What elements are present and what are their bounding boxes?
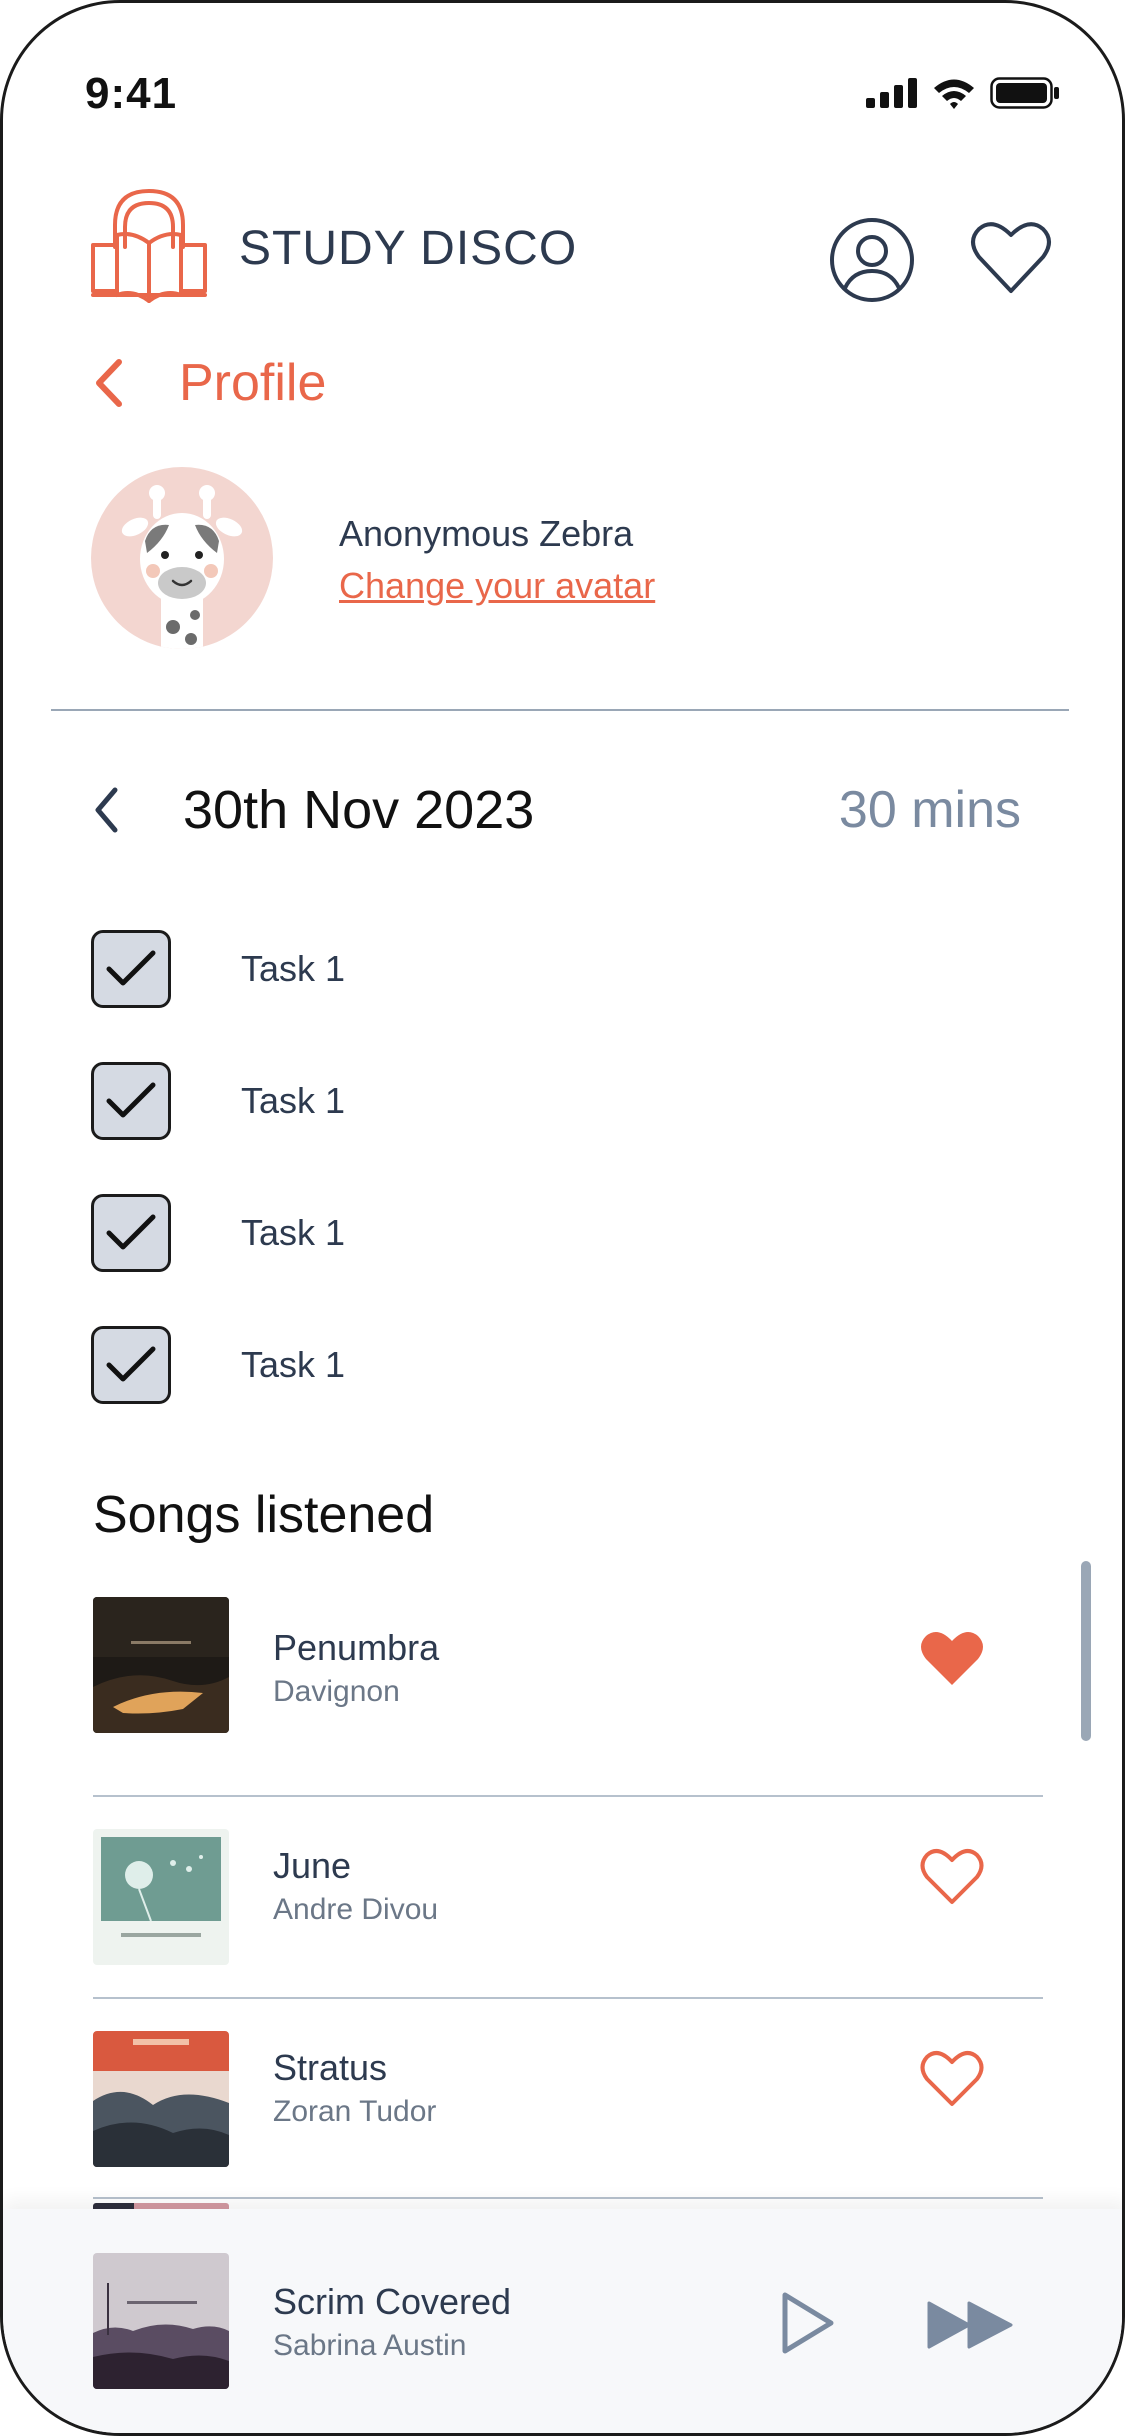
back-to-profile[interactable]: Profile	[91, 353, 326, 413]
song-artist: Zoran Tudor	[273, 2095, 437, 2128]
songs-list: Penumbra Davignon June Andre Divou Strat…	[93, 1597, 1043, 2199]
song-item[interactable]: Penumbra Davignon	[93, 1597, 1043, 1797]
song-artist: Andre Divou	[273, 1893, 439, 1926]
signal-icon	[866, 78, 917, 108]
heart-icon[interactable]	[919, 1845, 985, 1907]
giraffe-avatar-icon	[121, 485, 243, 649]
task-item: Task 1	[91, 1167, 345, 1299]
album-art	[93, 2031, 229, 2167]
songs-section-title: Songs listened	[93, 1486, 435, 1544]
task-label: Task 1	[241, 1344, 346, 1385]
heart-icon[interactable]	[969, 217, 1053, 297]
chevron-left-icon[interactable]	[91, 785, 121, 835]
song-item[interactable]: June Andre Divou	[93, 1797, 1043, 1999]
checkmark-icon	[106, 950, 156, 986]
task-item: Task 1	[91, 1299, 345, 1431]
now-playing-bar: Scrim Covered Sabrina Austin	[3, 2209, 1122, 2433]
heart-icon[interactable]	[919, 2047, 985, 2109]
battery-icon	[990, 77, 1059, 109]
task-checkbox[interactable]	[91, 1062, 171, 1140]
song-title: June	[273, 1845, 352, 1886]
avatar	[91, 467, 273, 649]
task-checkbox[interactable]	[91, 1194, 171, 1272]
checkmark-icon	[106, 1346, 156, 1382]
song-artist: Davignon	[273, 1675, 400, 1708]
task-checkbox[interactable]	[91, 930, 171, 1008]
chevron-left-icon	[96, 359, 122, 407]
album-art	[93, 1597, 229, 1733]
change-avatar-link[interactable]: Change your avatar	[339, 565, 655, 607]
back-label: Profile	[179, 354, 327, 412]
task-label: Task 1	[241, 948, 346, 989]
session-date: 30th Nov 2023	[183, 780, 535, 840]
profile-icon[interactable]	[829, 217, 915, 303]
song-title: Stratus	[273, 2047, 388, 2088]
song-item[interactable]: Stratus Zoran Tudor	[93, 1999, 1043, 2199]
checkmark-icon	[106, 1214, 156, 1250]
headphones-book-logo	[91, 189, 207, 303]
scrollbar[interactable]	[1081, 1561, 1091, 1741]
app-title: STUDY DISCO	[239, 222, 578, 275]
session-date-row: 30th Nov 2023 30 mins	[91, 779, 1021, 841]
checkmark-icon	[106, 1082, 156, 1118]
album-art	[93, 2253, 229, 2389]
song-title: Penumbra	[273, 1627, 440, 1668]
now-playing-title: Scrim Covered	[273, 2281, 512, 2322]
wifi-icon	[934, 79, 974, 109]
task-list: Task 1 Task 1 Task 1 Task 1	[91, 903, 345, 1431]
task-checkbox[interactable]	[91, 1326, 171, 1404]
heart-filled-icon[interactable]	[919, 1627, 985, 1689]
task-item: Task 1	[91, 903, 345, 1035]
task-label: Task 1	[241, 1212, 346, 1253]
task-item: Task 1	[91, 1035, 345, 1167]
play-icon[interactable]	[779, 2291, 835, 2355]
status-icons	[866, 77, 1060, 109]
user-name: Anonymous Zebra	[339, 513, 634, 554]
task-label: Task 1	[241, 1080, 346, 1121]
status-time: 9:41	[85, 69, 178, 118]
album-art	[93, 1829, 229, 1965]
now-playing-artist: Sabrina Austin	[273, 2329, 467, 2362]
divider	[51, 709, 1069, 711]
session-duration: 30 mins	[838, 781, 1021, 839]
fast-forward-icon[interactable]	[927, 2301, 1013, 2349]
phone-frame: 9:41 STUDY DISCO Profile Anonymous Zebra…	[0, 0, 1125, 2436]
